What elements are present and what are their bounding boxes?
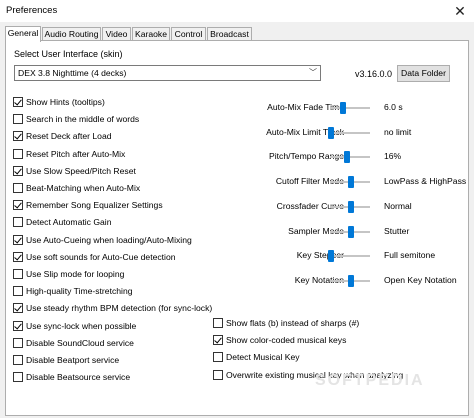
skin-select-value: DEX 3.8 Nighttime (4 decks) [18, 68, 127, 78]
option-label: High-quality Time-stretching [26, 286, 133, 297]
tab-broadcast[interactable]: Broadcast [207, 27, 252, 41]
checkbox-checked-icon[interactable] [13, 303, 23, 314]
option-reset-pitch-after-auto-mix[interactable]: Reset Pitch after Auto-Mix [13, 148, 125, 160]
option-label: Disable Beatport service [26, 355, 120, 365]
checkbox-unchecked-icon[interactable] [213, 369, 223, 380]
option-disable-soundcloud-service[interactable]: Disable SoundCloud service [13, 337, 134, 349]
slider-value: no limit [384, 126, 412, 137]
option-use-auto-cueing-when-loading-auto-mixing[interactable]: Use Auto-Cueing when loading/Auto-Mixing [13, 234, 192, 246]
option-disable-beatsource-service[interactable]: Disable Beatsource service [13, 371, 130, 383]
option-label: Beat-Matching when Auto-Mix [26, 183, 141, 193]
slider-thumb[interactable] [348, 225, 354, 238]
option-use-slip-mode-for-looping[interactable]: Use Slip mode for looping [13, 268, 124, 280]
checkbox-unchecked-icon[interactable] [13, 286, 23, 297]
slider-value: Full semitone [384, 250, 436, 261]
option-use-slow-speed-pitch-reset[interactable]: Use Slow Speed/Pitch Reset [13, 165, 136, 177]
option-label: Use Auto-Cueing when loading/Auto-Mixing [26, 234, 192, 245]
close-icon[interactable]: ✕ [450, 2, 470, 20]
slider-thumb[interactable] [344, 151, 350, 164]
option-label: Use Slow Speed/Pitch Reset [26, 165, 136, 176]
option-label: Show Hints (tooltips) [26, 97, 105, 107]
title-bar: Preferences ✕ [0, 0, 474, 22]
tab-video[interactable]: Video [102, 27, 131, 41]
option-reset-deck-after-load[interactable]: Reset Deck after Load [13, 130, 112, 142]
window-title: Preferences [6, 5, 58, 16]
skin-label: Select User Interface (skin) [14, 49, 123, 59]
slider-value: 6.0 s [384, 102, 403, 112]
option-search-in-the-middle-of-words[interactable]: Search in the middle of words [13, 113, 139, 125]
slider-thumb[interactable] [328, 250, 334, 263]
tab-general[interactable]: General [5, 26, 41, 42]
slider-value: LowPass & HighPass [384, 176, 467, 187]
slider-auto-mix-limit-track[interactable] [330, 131, 370, 134]
checkbox-checked-icon[interactable] [13, 97, 23, 107]
slider-auto-mix-fade-time[interactable] [330, 107, 370, 109]
chevron-down-icon: ﹀ [309, 68, 317, 77]
slider-value: Open Key Notation [384, 274, 457, 285]
checkbox-unchecked-icon[interactable] [13, 217, 23, 228]
option-label: Detect Automatic Gain [26, 217, 112, 228]
checkbox-checked-icon[interactable] [13, 234, 23, 245]
option-show-hints-tooltips[interactable]: Show Hints (tooltips) [13, 96, 105, 108]
option-detect-automatic-gain[interactable]: Detect Automatic Gain [13, 216, 112, 228]
slider-thumb[interactable] [348, 274, 354, 287]
checkbox-unchecked-icon[interactable] [13, 372, 23, 383]
checkbox-unchecked-icon[interactable] [213, 318, 223, 328]
option-label: Use steady rhythm BPM detection (for syn… [26, 303, 213, 314]
option-label: Use Slip mode for looping [26, 269, 125, 279]
data-folder-button[interactable]: Data Folder [397, 65, 450, 82]
tab-control[interactable]: Control [171, 27, 206, 41]
tab-karaoke[interactable]: Karaoke [132, 27, 170, 41]
option-disable-beatport-service[interactable]: Disable Beatport service [13, 354, 119, 366]
checkbox-unchecked-icon[interactable] [13, 148, 23, 159]
option-label: Use sync-lock when possible [26, 320, 137, 331]
option-label: Show color-coded musical keys [226, 335, 347, 346]
checkbox-checked-icon[interactable] [13, 251, 23, 262]
option-label: Search in the middle of words [26, 114, 140, 125]
tab-audio-routing[interactable]: Audio Routing [42, 27, 101, 41]
checkbox-unchecked-icon[interactable] [13, 269, 23, 279]
slider-thumb[interactable] [348, 176, 354, 189]
option-label: Reset Pitch after Auto-Mix [26, 148, 126, 159]
option-show-color-coded-musical-keys[interactable]: Show color-coded musical keys [213, 334, 346, 346]
checkbox-checked-icon[interactable] [13, 320, 23, 331]
option-use-soft-sounds-for-auto-cue-detection[interactable]: Use soft sounds for Auto-Cue detection [13, 251, 176, 263]
option-beat-matching-when-auto-mix[interactable]: Beat-Matching when Auto-Mix [13, 182, 140, 194]
skin-select[interactable]: DEX 3.8 Nighttime (4 decks) ﹀ [14, 65, 321, 81]
checkbox-unchecked-icon[interactable] [13, 355, 23, 365]
option-detect-musical-key[interactable]: Detect Musical Key [213, 351, 300, 363]
slider-value: Stutter [384, 225, 410, 236]
option-high-quality-time-stretching[interactable]: High-quality Time-stretching [13, 285, 133, 297]
checkbox-unchecked-icon[interactable] [13, 183, 23, 193]
checkbox-unchecked-icon[interactable] [13, 114, 23, 125]
option-remember-song-equalizer-settings[interactable]: Remember Song Equalizer Settings [13, 199, 163, 211]
option-label: Disable SoundCloud service [26, 337, 134, 348]
slider-value: 16% [384, 151, 402, 162]
option-label: Show flats (b) instead of sharps (#) [226, 318, 360, 328]
slider-value: Normal [384, 200, 412, 211]
option-label: Use soft sounds for Auto-Cue detection [26, 251, 176, 262]
option-label: Detect Musical Key [226, 352, 300, 363]
checkbox-checked-icon[interactable] [13, 131, 23, 142]
checkbox-checked-icon[interactable] [13, 165, 23, 176]
checkbox-checked-icon[interactable] [213, 335, 223, 346]
checkbox-checked-icon[interactable] [13, 200, 23, 211]
version-label: v3.16.0.0 [355, 69, 393, 79]
option-use-steady-rhythm-bpm-detection-for-sync-lock[interactable]: Use steady rhythm BPM detection (for syn… [13, 302, 212, 314]
option-use-sync-lock-when-possible[interactable]: Use sync-lock when possible [13, 320, 136, 332]
option-label: Remember Song Equalizer Settings [26, 200, 163, 211]
slider-thumb[interactable] [340, 102, 346, 114]
checkbox-unchecked-icon[interactable] [213, 352, 223, 363]
watermark: SOFTPEDIA [315, 372, 425, 389]
slider-thumb[interactable] [328, 126, 334, 139]
slider-key-stepper[interactable] [330, 255, 370, 258]
option-label: Disable Beatsource service [26, 372, 131, 383]
slider-thumb[interactable] [348, 200, 354, 213]
checkbox-unchecked-icon[interactable] [13, 337, 23, 348]
option-show-flats-b-instead-of-sharps[interactable]: Show flats (b) instead of sharps (#) [213, 317, 359, 329]
slider-pitch-tempo-range[interactable] [330, 156, 370, 159]
option-label: Reset Deck after Load [26, 131, 112, 142]
